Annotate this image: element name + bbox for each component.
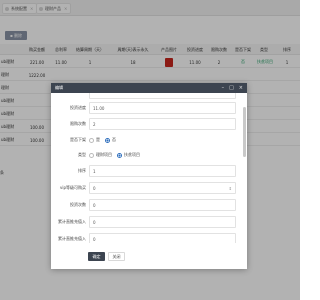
field-row-offline: 是否下架 是 否 <box>51 134 241 146</box>
field-row-total-earn-2: 累计直推充值入 0 <box>51 233 241 243</box>
field-label: vip等级可购买 <box>59 185 86 190</box>
close-icon[interactable]: × <box>239 85 243 91</box>
field-row-invest-count: 投资次数 0 <box>51 199 241 211</box>
offline-no-radio[interactable]: 否 <box>105 137 116 143</box>
edit-dialog: 编辑 – □ × 投资进度 11.00 限购次数 2 是否下架 是 否 类型 理… <box>51 83 247 269</box>
field-label: 投资次数 <box>70 202 86 207</box>
radio-circle <box>117 152 122 158</box>
field-row-total-earn: 累计直推充值入 0 <box>51 216 241 228</box>
field-label: 投资进度 <box>70 105 86 110</box>
field-label: 是否下架 <box>70 137 86 142</box>
field-label: 限购次数 <box>70 121 86 126</box>
progress-input[interactable]: 11.00 <box>89 102 236 114</box>
field-label: 累计直推充值入 <box>58 219 86 224</box>
minimize-icon[interactable]: – <box>222 85 225 91</box>
field-label: 累计直推充值入 <box>58 236 86 241</box>
type-radio-group: 理财项目 扶贫项目 <box>89 149 145 161</box>
dialog-scrollbar[interactable] <box>243 107 246 157</box>
vip-stepper[interactable]: 0 ⇕ <box>89 182 236 194</box>
dialog-footer: 确定 关闭 <box>51 247 247 263</box>
field-row-sort: 排序 1 <box>51 165 241 177</box>
field-row-top <box>51 93 241 99</box>
offline-yes-radio[interactable]: 是 <box>89 137 100 143</box>
maximize-icon[interactable]: □ <box>229 85 234 91</box>
sort-input[interactable]: 1 <box>89 165 236 177</box>
radio-circle <box>89 137 94 143</box>
partial-input[interactable] <box>89 93 236 99</box>
invest-count-input[interactable]: 0 <box>89 199 236 211</box>
dialog-header: 编辑 – □ × <box>51 83 247 93</box>
radio-circle <box>105 137 110 143</box>
field-label: 类型 <box>78 152 86 157</box>
radio-circle <box>89 152 94 158</box>
type-poverty-radio[interactable]: 扶贫项目 <box>117 152 140 158</box>
field-row-vip: vip等级可购买 0 ⇕ <box>51 182 241 194</box>
confirm-button[interactable]: 确定 <box>88 252 105 261</box>
field-row-type: 类型 理财项目 扶贫项目 <box>51 149 241 161</box>
limit-input[interactable]: 2 <box>89 118 236 130</box>
dialog-body[interactable]: 投资进度 11.00 限购次数 2 是否下架 是 否 类型 理财项目 扶贫项目 … <box>51 93 247 243</box>
field-label: 排序 <box>78 168 86 173</box>
type-finance-radio[interactable]: 理财项目 <box>89 152 112 158</box>
field-row-progress: 投资进度 11.00 <box>51 102 241 114</box>
field-row-limit: 限购次数 2 <box>51 118 241 130</box>
dialog-title: 编辑 <box>55 85 63 90</box>
offline-radio-group: 是 否 <box>89 134 121 146</box>
stepper-icon[interactable]: ⇕ <box>229 186 232 191</box>
total-earn-input[interactable]: 0 <box>89 216 236 228</box>
total-earn-2-input[interactable]: 0 <box>89 233 236 243</box>
dialog-controls: – □ × <box>222 83 243 93</box>
close-button[interactable]: 关闭 <box>108 252 125 261</box>
